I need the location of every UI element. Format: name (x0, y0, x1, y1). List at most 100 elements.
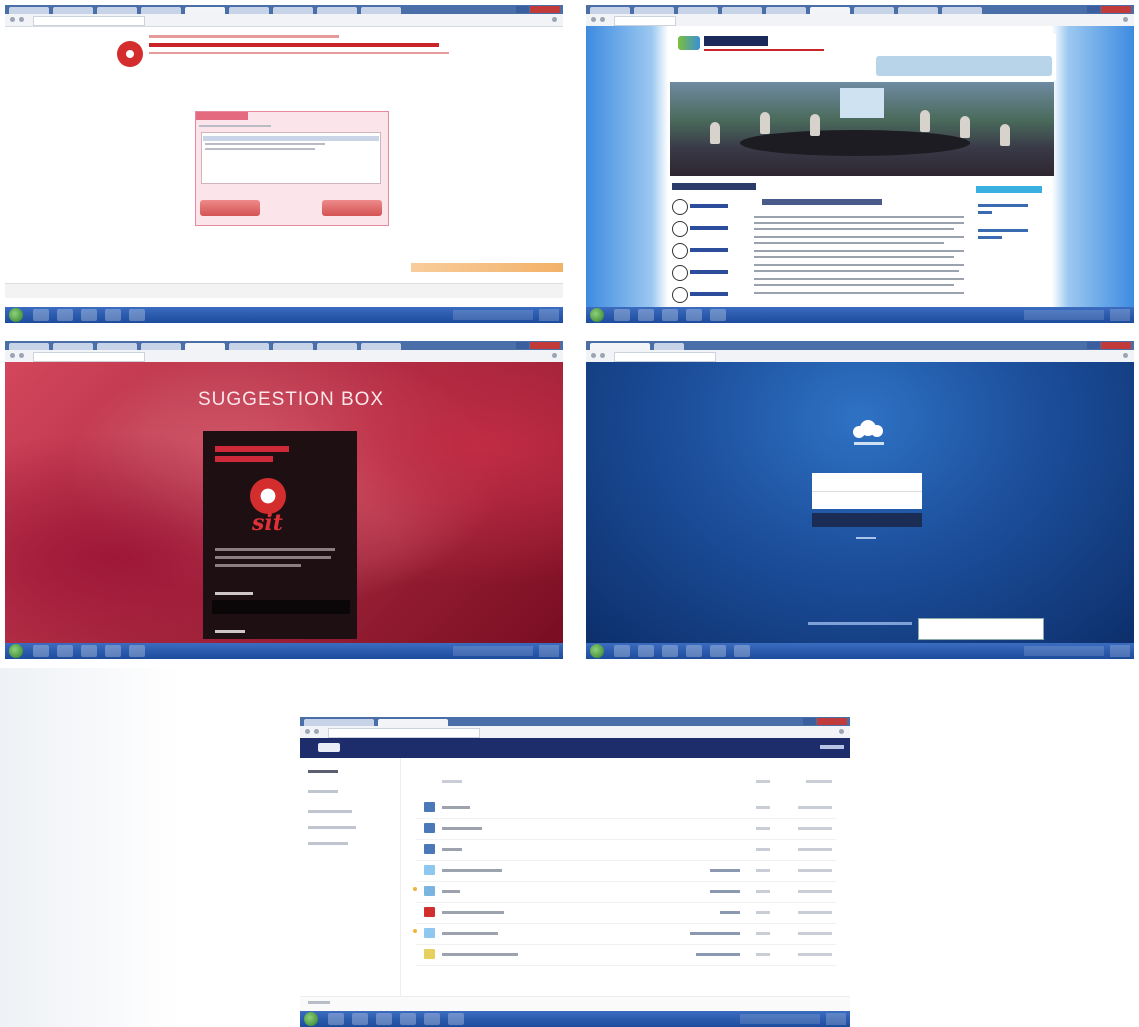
url-field[interactable] (33, 16, 145, 26)
institute-list-item-selected[interactable] (203, 136, 379, 141)
browser-tab-active[interactable] (185, 343, 225, 350)
browser-tab[interactable] (766, 7, 806, 14)
file-row[interactable] (416, 860, 836, 882)
system-tray[interactable] (453, 646, 533, 656)
sidebar-link[interactable] (978, 211, 992, 214)
browser-tab[interactable] (141, 343, 181, 350)
browser-tab[interactable] (141, 7, 181, 14)
menu-icon[interactable] (1123, 17, 1128, 22)
favorite-star-icon[interactable] (413, 887, 417, 891)
browser-tab[interactable] (97, 7, 137, 14)
size-column-header[interactable] (756, 780, 770, 783)
vlab-search-panel[interactable] (876, 56, 1052, 76)
file-row[interactable] (416, 881, 836, 903)
taskbar-app-icon[interactable] (352, 1013, 368, 1025)
branch-name-field[interactable] (212, 600, 350, 614)
url-field[interactable] (614, 352, 716, 362)
browser-tab-active[interactable] (590, 343, 650, 350)
browser-tab[interactable] (273, 343, 313, 350)
stay-logged-in-link[interactable] (856, 537, 876, 539)
back-icon[interactable] (10, 353, 15, 358)
window-close-button[interactable] (803, 718, 847, 725)
taskbar-app-icon[interactable] (662, 309, 678, 321)
system-tray[interactable] (1024, 646, 1104, 656)
institute-list[interactable] (201, 132, 381, 184)
menu-icon[interactable] (552, 17, 557, 22)
start-button[interactable] (590, 308, 604, 322)
sidebar-item[interactable] (308, 826, 356, 829)
favorite-star-icon[interactable] (413, 929, 417, 933)
password-field[interactable] (812, 492, 922, 509)
file-row[interactable] (416, 944, 836, 966)
taskbar-app-icon[interactable] (686, 309, 702, 321)
browser-tab[interactable] (229, 343, 269, 350)
browser-tab[interactable] (53, 343, 93, 350)
start-button[interactable] (304, 1012, 318, 1026)
vlab-nav-item[interactable] (672, 199, 734, 215)
browser-tab[interactable] (317, 7, 357, 14)
username-field[interactable] (812, 473, 922, 491)
back-icon[interactable] (591, 353, 596, 358)
settings-link[interactable] (308, 1001, 330, 1004)
taskbar-app-icon[interactable] (424, 1013, 440, 1025)
browser-tab[interactable] (590, 7, 630, 14)
file-row[interactable] (416, 818, 836, 840)
window-close-button[interactable] (516, 342, 560, 349)
taskbar-app-icon[interactable] (105, 309, 121, 321)
browser-tab-active[interactable] (810, 7, 850, 14)
system-tray[interactable] (1024, 310, 1104, 320)
clock[interactable] (539, 645, 559, 657)
clock[interactable] (1110, 645, 1130, 657)
taskbar-app-icon[interactable] (105, 645, 121, 657)
name-column-header[interactable] (442, 780, 462, 783)
taskbar-app-icon[interactable] (638, 309, 654, 321)
files-app-logo[interactable] (318, 743, 340, 752)
sidebar-item[interactable] (308, 790, 338, 793)
browser-tab[interactable] (361, 7, 401, 14)
modified-column-header[interactable] (806, 780, 832, 783)
browser-tab-active[interactable] (185, 7, 225, 14)
url-field[interactable] (328, 728, 480, 738)
login-button[interactable] (812, 513, 922, 527)
vlab-nav-item[interactable] (672, 243, 734, 259)
taskbar-app-icon[interactable] (376, 1013, 392, 1025)
vlab-nav-item[interactable] (672, 221, 734, 237)
taskbar-app-icon[interactable] (57, 645, 73, 657)
sidebar-item[interactable] (308, 810, 352, 813)
start-button[interactable] (590, 644, 604, 658)
window-close-button[interactable] (1087, 6, 1131, 13)
start-button[interactable] (9, 644, 23, 658)
url-field[interactable] (614, 16, 676, 26)
browser-tab[interactable] (678, 7, 718, 14)
clock[interactable] (826, 1013, 846, 1025)
vlab-nav-item[interactable] (672, 265, 734, 281)
browser-tab[interactable] (9, 7, 49, 14)
browser-tab[interactable] (361, 343, 401, 350)
menu-icon[interactable] (839, 729, 844, 734)
browser-tab-active[interactable] (378, 719, 448, 726)
window-close-button[interactable] (1087, 342, 1131, 349)
taskbar-app-icon[interactable] (33, 309, 49, 321)
taskbar-app-icon[interactable] (734, 645, 750, 657)
back-icon[interactable] (10, 17, 15, 22)
url-field[interactable] (33, 352, 145, 362)
file-row[interactable] (416, 797, 836, 819)
taskbar-app-icon[interactable] (129, 645, 145, 657)
start-button[interactable] (9, 308, 23, 322)
sidebar-link[interactable] (978, 204, 1028, 207)
reload-icon[interactable] (19, 353, 24, 358)
taskbar-app-icon[interactable] (81, 645, 97, 657)
reload-icon[interactable] (19, 17, 24, 22)
taskbar-app-icon[interactable] (614, 645, 630, 657)
clock[interactable] (1110, 309, 1130, 321)
browser-tab[interactable] (898, 7, 938, 14)
taskbar-app-icon[interactable] (448, 1013, 464, 1025)
file-row[interactable] (416, 839, 836, 861)
taskbar-app-icon[interactable] (81, 309, 97, 321)
taskbar-app-icon[interactable] (328, 1013, 344, 1025)
browser-tab[interactable] (229, 7, 269, 14)
cancel-button[interactable] (200, 200, 260, 216)
browser-tab[interactable] (854, 7, 894, 14)
browser-tab[interactable] (654, 343, 684, 350)
sidebar-link[interactable] (978, 229, 1028, 232)
